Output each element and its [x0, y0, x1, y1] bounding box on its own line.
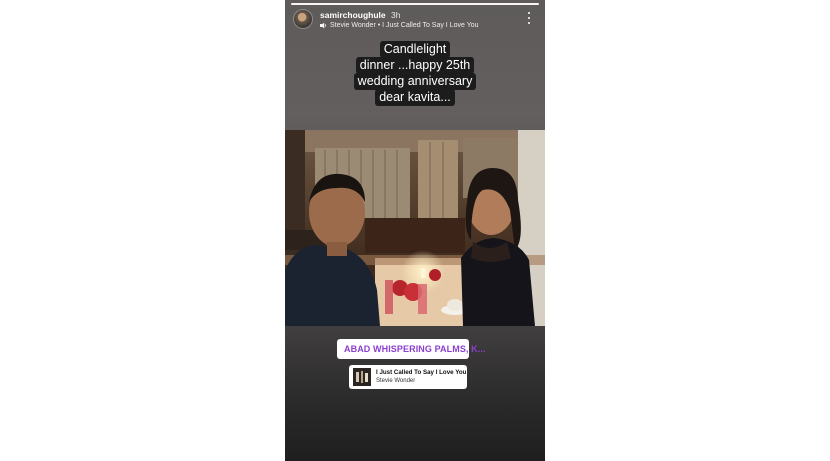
music-note-icon [320, 22, 327, 29]
album-art-icon [353, 368, 371, 386]
caption-line: dear kavita... [375, 89, 455, 106]
song-artist: Stevie Wonder [376, 378, 416, 384]
music-attribution-text: Stevie Wonder • I Just Called To Say I L… [330, 22, 479, 29]
story-viewer[interactable]: samirchoughule 3h Stevie Wonder • I Just… [285, 0, 545, 461]
location-sticker[interactable]: ABAD WHISPERING PALMS, K... [337, 339, 485, 359]
avatar[interactable] [293, 9, 313, 29]
song-title: I Just Called To Say I Love You [376, 369, 467, 376]
music-sticker[interactable]: I Just Called To Say I Love You Stevie W… [349, 365, 467, 389]
post-time: 3h [391, 10, 401, 20]
caption-line: Candlelight [379, 41, 451, 58]
story-header: samirchoughule 3h Stevie Wonder • I Just… [293, 9, 537, 35]
more-vertical-icon[interactable] [525, 12, 533, 24]
caption-line: dinner ...happy 25th [355, 57, 475, 74]
story-photo [285, 130, 545, 326]
location-name: ABAD WHISPERING PALMS, K... [344, 344, 486, 354]
story-progress-bar [291, 3, 539, 5]
music-attribution[interactable]: Stevie Wonder • I Just Called To Say I L… [320, 22, 479, 29]
story-caption: Candlelight dinner ...happy 25th wedding… [285, 41, 545, 106]
username[interactable]: samirchoughule [320, 10, 386, 20]
caption-line: wedding anniversary [353, 73, 477, 90]
